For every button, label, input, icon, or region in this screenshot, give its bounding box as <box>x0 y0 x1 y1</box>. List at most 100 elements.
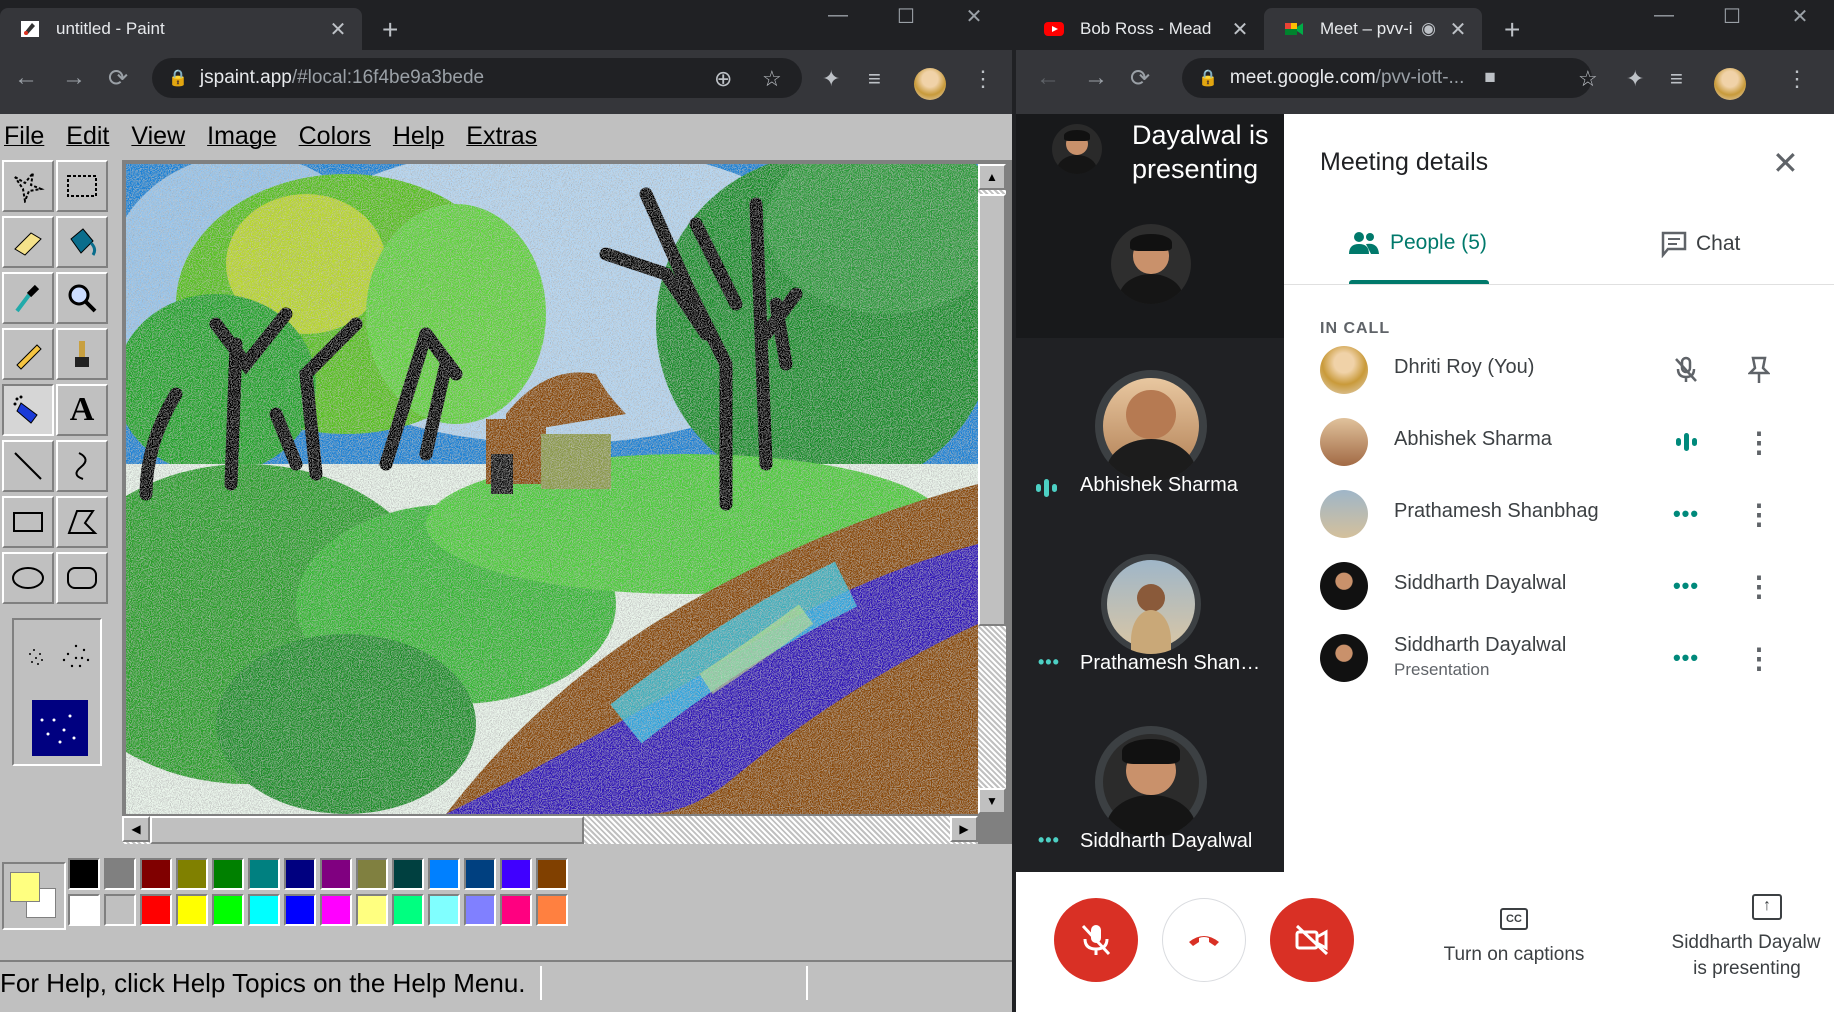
tab-youtube[interactable]: Bob Ross - Mead ✕ <box>1024 8 1264 50</box>
captions-icon[interactable]: CC <box>1500 908 1528 930</box>
menu-view[interactable]: View <box>131 122 185 151</box>
polygon-tool[interactable] <box>56 496 108 548</box>
palette-swatch[interactable] <box>212 894 244 926</box>
maximize-icon[interactable]: ☐ <box>872 4 940 29</box>
menu-dots-icon[interactable]: ⋮ <box>1786 66 1808 92</box>
ellipse-tool[interactable] <box>2 552 54 604</box>
scroll-up-icon[interactable]: ▲ <box>978 164 1006 190</box>
vertical-scroll-thumb[interactable] <box>978 194 1006 626</box>
palette-swatch[interactable] <box>464 894 496 926</box>
maximize-icon[interactable]: ☐ <box>1698 4 1766 29</box>
palette-swatch[interactable] <box>212 858 244 890</box>
menu-edit[interactable]: Edit <box>66 122 109 151</box>
close-window-icon[interactable]: ✕ <box>940 4 1008 29</box>
scroll-down-icon[interactable]: ▼ <box>978 788 1006 814</box>
menu-image[interactable]: Image <box>207 122 276 151</box>
palette-swatch[interactable] <box>104 894 136 926</box>
palette-swatch[interactable] <box>68 858 100 890</box>
new-tab-button[interactable]: + <box>1504 16 1520 44</box>
drawing-canvas[interactable] <box>126 164 978 814</box>
tab-meet[interactable]: Meet – pvv-i ◉ ✕ <box>1264 8 1482 50</box>
palette-swatch[interactable] <box>428 894 460 926</box>
more-options-icon[interactable]: ⋮ <box>1739 424 1779 460</box>
magnifier-tool[interactable] <box>56 272 108 324</box>
palette-swatch[interactable] <box>392 858 424 890</box>
scroll-left-icon[interactable]: ◀ <box>122 816 150 842</box>
palette-swatch[interactable] <box>536 894 568 926</box>
reload-icon[interactable]: ⟳ <box>1130 64 1150 93</box>
palette-swatch[interactable] <box>284 858 316 890</box>
tab-chat[interactable]: Chat <box>1660 230 1740 258</box>
color-picker-tool[interactable] <box>2 272 54 324</box>
more-options-icon[interactable]: ⋮ <box>1739 568 1779 604</box>
text-tool[interactable]: A <box>56 384 108 436</box>
brush-tool[interactable] <box>56 328 108 380</box>
profile-avatar[interactable] <box>914 68 946 100</box>
presenter-tile[interactable]: Dayalwal is presenting <box>1016 114 1284 338</box>
rounded-rect-tool[interactable] <box>56 552 108 604</box>
more-options-icon[interactable]: ⋮ <box>1739 640 1779 676</box>
palette-swatch[interactable] <box>392 894 424 926</box>
tab-people[interactable]: People (5) <box>1348 230 1487 256</box>
rectangle-tool[interactable] <box>2 496 54 548</box>
menu-help[interactable]: Help <box>393 122 444 151</box>
pin-icon[interactable] <box>1739 352 1779 388</box>
minimize-icon[interactable]: — <box>1630 4 1698 29</box>
horizontal-scroll-thumb[interactable] <box>150 816 584 844</box>
rect-select-tool[interactable] <box>56 160 108 212</box>
palette-swatch[interactable] <box>500 858 532 890</box>
palette-swatch[interactable] <box>356 858 388 890</box>
eraser-tool[interactable] <box>2 216 54 268</box>
palette-swatch[interactable] <box>104 858 136 890</box>
forward-icon[interactable]: → <box>1084 64 1108 92</box>
palette-swatch[interactable] <box>140 894 172 926</box>
address-input[interactable]: 🔒 meet.google.com /pvv-iott-... ■ <box>1182 58 1592 98</box>
airbrush-tool[interactable] <box>2 384 54 436</box>
palette-swatch[interactable] <box>320 858 352 890</box>
menu-colors[interactable]: Colors <box>299 122 371 151</box>
extensions-icon[interactable]: ✦ <box>1626 66 1644 92</box>
extensions-icon[interactable]: ✦ <box>822 66 840 92</box>
curve-tool[interactable] <box>56 440 108 492</box>
palette-swatch[interactable] <box>428 858 460 890</box>
captions-button-label[interactable]: Turn on captions <box>1416 944 1612 966</box>
forward-icon[interactable]: → <box>62 64 86 92</box>
close-tab-icon[interactable]: ✕ <box>1446 17 1470 42</box>
menu-file[interactable]: File <box>4 122 44 151</box>
participant-row[interactable]: Siddharth Dayalwal Presentation ••• ⋮ <box>1284 616 1834 700</box>
close-tab-icon[interactable]: ✕ <box>1228 17 1252 42</box>
camera-indicator-icon[interactable]: ■ <box>1484 67 1495 89</box>
fill-tool[interactable] <box>56 216 108 268</box>
reload-icon[interactable]: ⟳ <box>108 64 128 93</box>
palette-swatch[interactable] <box>140 858 172 890</box>
tab-paint[interactable]: untitled - Paint ✕ <box>0 8 362 50</box>
menu-dots-icon[interactable]: ⋮ <box>972 66 994 92</box>
new-tab-button[interactable]: + <box>382 16 398 44</box>
palette-swatch[interactable] <box>176 894 208 926</box>
zoom-icon[interactable]: ⊕ <box>714 66 732 92</box>
address-input[interactable]: 🔒 jspaint.app /#local:16f4be9a3bede <box>152 58 802 98</box>
palette-swatch[interactable] <box>464 858 496 890</box>
leave-call-button[interactable] <box>1162 898 1246 982</box>
palette-swatch[interactable] <box>320 894 352 926</box>
pencil-tool[interactable] <box>2 328 54 380</box>
bookmark-star-icon[interactable]: ☆ <box>1578 66 1598 92</box>
scroll-right-icon[interactable]: ▶ <box>950 816 978 842</box>
close-panel-icon[interactable]: ✕ <box>1772 144 1799 182</box>
mute-mic-button[interactable] <box>1054 898 1138 982</box>
close-window-icon[interactable]: ✕ <box>1766 4 1834 29</box>
palette-swatch[interactable] <box>356 894 388 926</box>
menu-extras[interactable]: Extras <box>466 122 537 151</box>
palette-swatch[interactable] <box>176 858 208 890</box>
more-options-icon[interactable]: ⋮ <box>1739 496 1779 532</box>
media-control-icon[interactable]: ≡ <box>1670 66 1683 92</box>
media-control-icon[interactable]: ≡ <box>868 66 881 92</box>
palette-swatch[interactable] <box>536 858 568 890</box>
camera-off-button[interactable] <box>1270 898 1354 982</box>
minimize-icon[interactable]: — <box>804 4 872 29</box>
palette-swatch[interactable] <box>284 894 316 926</box>
close-tab-icon[interactable]: ✕ <box>326 17 350 42</box>
back-icon[interactable]: ← <box>1036 64 1060 92</box>
profile-avatar[interactable] <box>1714 68 1746 100</box>
bookmark-star-icon[interactable]: ☆ <box>762 66 782 92</box>
